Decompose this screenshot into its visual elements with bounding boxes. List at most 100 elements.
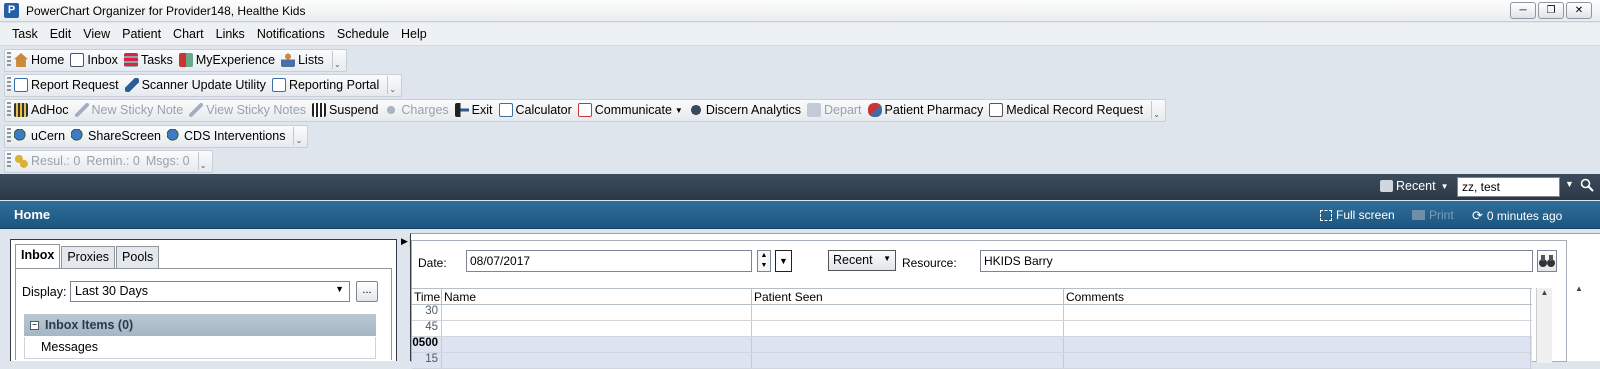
depart-button[interactable]: Depart bbox=[807, 103, 862, 117]
toolbar-grip[interactable] bbox=[7, 128, 11, 144]
depart-icon bbox=[807, 103, 822, 117]
menu-view[interactable]: View bbox=[77, 27, 116, 41]
communicate-button[interactable]: Communicate ▼ bbox=[577, 103, 683, 117]
tab-inbox[interactable]: Inbox bbox=[15, 244, 61, 268]
charges-button[interactable]: Charges bbox=[384, 103, 449, 117]
reporting-portal-button[interactable]: Reporting Portal bbox=[271, 78, 379, 92]
table-row[interactable]: 45 bbox=[412, 321, 1532, 337]
title-bar: P PowerChart Organizer for Provider148, … bbox=[0, 0, 1600, 22]
table-row[interactable]: 30 bbox=[412, 305, 1532, 321]
inbox-button[interactable]: Inbox bbox=[70, 53, 118, 67]
toolbar-grip[interactable] bbox=[7, 102, 11, 118]
sharescreen-button[interactable]: ShareScreen bbox=[71, 129, 161, 143]
table-row[interactable]: 0500 bbox=[412, 337, 1532, 353]
globe-search-icon bbox=[167, 129, 182, 143]
recent-select[interactable]: Recent ▼ bbox=[828, 250, 896, 271]
date-dropdown-button[interactable]: ▼ bbox=[775, 250, 792, 272]
adhoc-button[interactable]: AdHoc bbox=[14, 103, 69, 117]
suspend-icon bbox=[312, 103, 327, 117]
minimize-button[interactable]: ─ bbox=[1510, 2, 1536, 19]
home-button[interactable]: Home bbox=[14, 53, 64, 67]
menu-task[interactable]: Task bbox=[6, 27, 44, 41]
recent-patients-button[interactable]: Recent ▼ bbox=[1380, 179, 1449, 193]
tasks-button[interactable]: Tasks bbox=[123, 53, 173, 67]
messages-count[interactable]: Msgs: 0 bbox=[146, 154, 190, 168]
results-label: Resul.: 0 bbox=[31, 154, 81, 168]
col-comments[interactable]: Comments bbox=[1064, 289, 1531, 304]
full-screen-button[interactable]: Full screen bbox=[1320, 208, 1395, 222]
menu-schedule[interactable]: Schedule bbox=[331, 27, 395, 41]
toolbar-grip[interactable] bbox=[7, 153, 11, 169]
toolbar-grip[interactable] bbox=[7, 52, 11, 68]
myexperience-button[interactable]: MyExperience bbox=[178, 53, 275, 67]
new-sticky-note-button[interactable]: New Sticky Note bbox=[74, 103, 183, 117]
lists-button[interactable]: Lists bbox=[281, 53, 324, 67]
scanner-icon bbox=[124, 78, 139, 92]
resource-input[interactable]: HKIDS Barry bbox=[980, 250, 1533, 272]
grid-header: Time Name Patient Seen Comments bbox=[412, 288, 1532, 305]
col-patient-seen[interactable]: Patient Seen bbox=[752, 289, 1064, 304]
menu-chart[interactable]: Chart bbox=[167, 27, 210, 41]
reminders-label: Remin.: 0 bbox=[86, 154, 140, 168]
menu-notifications[interactable]: Notifications bbox=[251, 27, 331, 41]
collapse-icon[interactable]: − bbox=[30, 320, 39, 330]
calculator-label: Calculator bbox=[515, 103, 572, 117]
sharescreen-label: ShareScreen bbox=[88, 129, 162, 143]
exit-button[interactable]: Exit bbox=[454, 103, 493, 117]
record-icon bbox=[989, 103, 1004, 117]
display-select[interactable]: Last 30 Days ▼ bbox=[70, 281, 350, 302]
page-title: Home bbox=[14, 207, 51, 222]
tab-pools[interactable]: Pools bbox=[116, 246, 160, 268]
col-time[interactable]: Time bbox=[412, 289, 442, 304]
chevron-down-icon: ▼ bbox=[883, 254, 891, 263]
table-row[interactable]: 15 bbox=[412, 353, 1532, 369]
discern-analytics-button[interactable]: Discern Analytics bbox=[688, 103, 801, 117]
patient-search-input[interactable]: zz, test bbox=[1457, 177, 1560, 197]
suspend-button[interactable]: Suspend bbox=[312, 103, 378, 117]
print-button[interactable]: Print bbox=[1412, 208, 1454, 222]
close-button[interactable]: ✕ bbox=[1566, 2, 1592, 19]
reminders-count[interactable]: Remin.: 0 bbox=[86, 154, 140, 168]
display-options-button[interactable]: ... bbox=[356, 281, 378, 302]
toolbar-navigation: Home Inbox Tasks MyExperience Lists ⌄ bbox=[4, 48, 347, 72]
tab-proxies[interactable]: Proxies bbox=[61, 246, 116, 268]
menu-links[interactable]: Links bbox=[210, 27, 251, 41]
messages-item[interactable]: Messages bbox=[24, 337, 376, 359]
scroll-up-icon[interactable]: ▲ bbox=[1571, 284, 1587, 293]
binoculars-icon[interactable] bbox=[1537, 250, 1557, 272]
toolbar-overflow-chevron[interactable]: ⌄ bbox=[1151, 101, 1161, 119]
menu-patient[interactable]: Patient bbox=[116, 27, 167, 41]
toolbar-overflow-chevron[interactable]: ⌄ bbox=[197, 152, 208, 170]
grid-scrollbar[interactable]: ▲ bbox=[1536, 288, 1552, 363]
search-icon[interactable] bbox=[1580, 178, 1594, 192]
inbox-items-header[interactable]: − Inbox Items (0) bbox=[24, 314, 376, 336]
date-spinner[interactable]: ▲ ▼ bbox=[757, 250, 771, 272]
col-name[interactable]: Name bbox=[442, 289, 752, 304]
scroll-up-icon[interactable]: ▲ bbox=[1537, 288, 1552, 297]
menu-edit[interactable]: Edit bbox=[44, 27, 78, 41]
patient-pharmacy-button[interactable]: Patient Pharmacy bbox=[867, 103, 983, 117]
menu-help[interactable]: Help bbox=[395, 27, 433, 41]
view-sticky-notes-button[interactable]: View Sticky Notes bbox=[189, 103, 306, 117]
adhoc-label: AdHoc bbox=[31, 103, 69, 117]
ucern-button[interactable]: uCern bbox=[14, 129, 65, 143]
restore-button[interactable]: ❐ bbox=[1538, 2, 1564, 19]
chevron-down-icon[interactable]: ▼ bbox=[675, 106, 683, 115]
calculator-button[interactable]: Calculator bbox=[498, 103, 572, 117]
refresh-button[interactable]: ⟳ 0 minutes ago bbox=[1472, 208, 1562, 224]
report-request-button[interactable]: Report Request bbox=[14, 78, 119, 92]
toolbar-overflow-chevron[interactable]: ⌄ bbox=[293, 127, 303, 145]
toolbar-overflow-chevron[interactable]: ⌄ bbox=[387, 76, 397, 94]
exit-label: Exit bbox=[471, 103, 493, 117]
panel-scrollbar[interactable]: ▲ bbox=[1571, 284, 1587, 362]
cds-interventions-button[interactable]: CDS Interventions bbox=[167, 129, 285, 143]
results-count[interactable]: Resul.: 0 bbox=[14, 154, 80, 168]
date-input[interactable]: 08/07/2017 bbox=[466, 250, 752, 272]
cds-label: CDS Interventions bbox=[184, 129, 286, 143]
toolbar-overflow-chevron[interactable]: ⌄ bbox=[331, 51, 342, 69]
search-dropdown-icon[interactable]: ▼ bbox=[1565, 179, 1574, 189]
date-label: Date: bbox=[418, 256, 447, 270]
scanner-update-button[interactable]: Scanner Update Utility bbox=[124, 78, 266, 92]
toolbar-grip[interactable] bbox=[7, 77, 11, 93]
medical-record-request-button[interactable]: Medical Record Request bbox=[989, 103, 1143, 117]
